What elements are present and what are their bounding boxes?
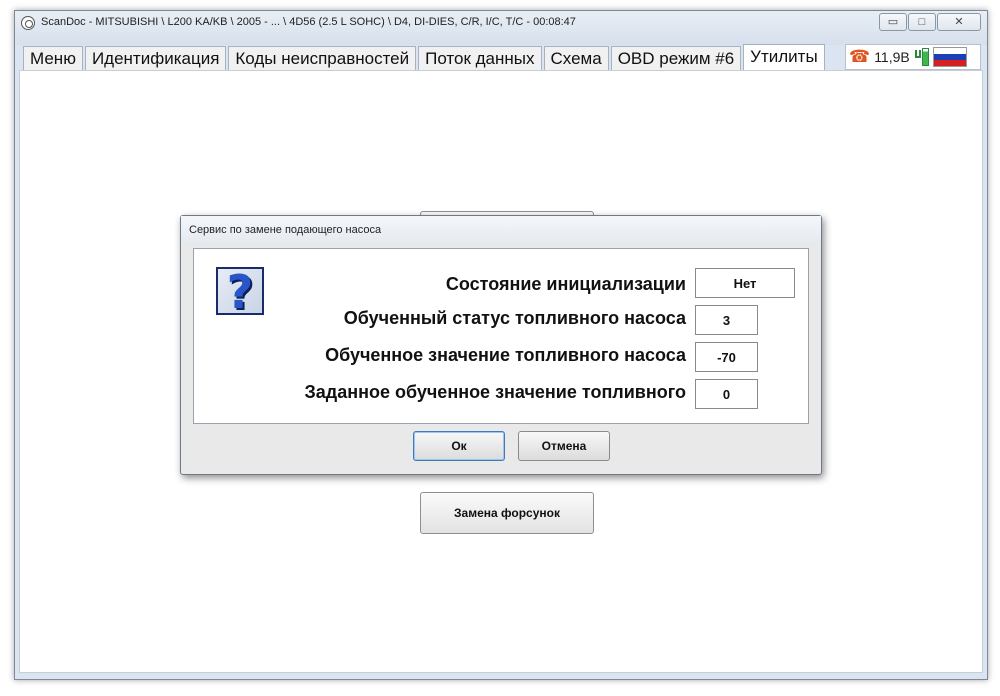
tab-scheme[interactable]: Схема xyxy=(543,46,609,70)
replace-injectors-button[interactable]: Замена форсунок xyxy=(420,492,594,534)
minimize-button[interactable]: ▭ xyxy=(879,13,907,31)
fuel-pump-service-dialog: Сервис по замене подающего насоса ? Сост… xyxy=(180,215,822,475)
ok-button[interactable]: Ок xyxy=(413,431,505,461)
russian-flag-icon[interactable] xyxy=(932,47,967,67)
init-state-value: Нет xyxy=(695,268,795,298)
tab-utilities[interactable]: Утилиты xyxy=(743,44,825,70)
voltage-readout: 11,9В xyxy=(874,49,910,65)
tab-obd-mode-6[interactable]: OBD режим #6 xyxy=(610,46,742,70)
tab-data-stream[interactable]: Поток данных xyxy=(418,46,542,70)
close-button[interactable]: ✕ xyxy=(937,13,981,31)
pump-value-value: -70 xyxy=(695,342,758,372)
app-icon[interactable] xyxy=(21,16,35,30)
pump-status-label: Обученный статус топливного насоса xyxy=(343,308,686,328)
maximize-button[interactable]: □ xyxy=(908,13,936,31)
target-value-value: 0 xyxy=(695,379,758,409)
status-area: ☎ 11,9В xyxy=(845,44,981,70)
title-bar: ScanDoc - MITSUBISHI \ L200 KA/KB \ 2005… xyxy=(15,11,987,45)
dialog-title: Сервис по замене подающего насоса xyxy=(181,216,821,244)
window-title: ScanDoc - MITSUBISHI \ L200 KA/KB \ 2005… xyxy=(41,16,576,28)
init-state-label: Состояние инициализации xyxy=(445,274,686,294)
question-icon: ? xyxy=(216,265,264,319)
window-controls: ▭ □ ✕ xyxy=(878,13,981,31)
plug-battery-icon xyxy=(914,47,930,67)
pump-value-label: Обученное значение топливного насоса xyxy=(325,345,686,365)
cancel-button[interactable]: Отмена xyxy=(518,431,610,461)
tab-fault-codes[interactable]: Коды неисправностей xyxy=(228,46,417,70)
tab-identification[interactable]: Идентификация xyxy=(84,46,227,70)
dialog-content: ? Состояние инициализации Нет Обученный … xyxy=(193,248,809,424)
tab-bar: Меню Идентификация Коды неисправностей П… xyxy=(23,44,827,70)
target-value-label: Заданное обученное значение топливного xyxy=(304,382,687,402)
pump-status-value: 3 xyxy=(695,305,758,335)
phone-icon: ☎ xyxy=(849,47,871,66)
tab-menu[interactable]: Меню xyxy=(23,46,83,70)
